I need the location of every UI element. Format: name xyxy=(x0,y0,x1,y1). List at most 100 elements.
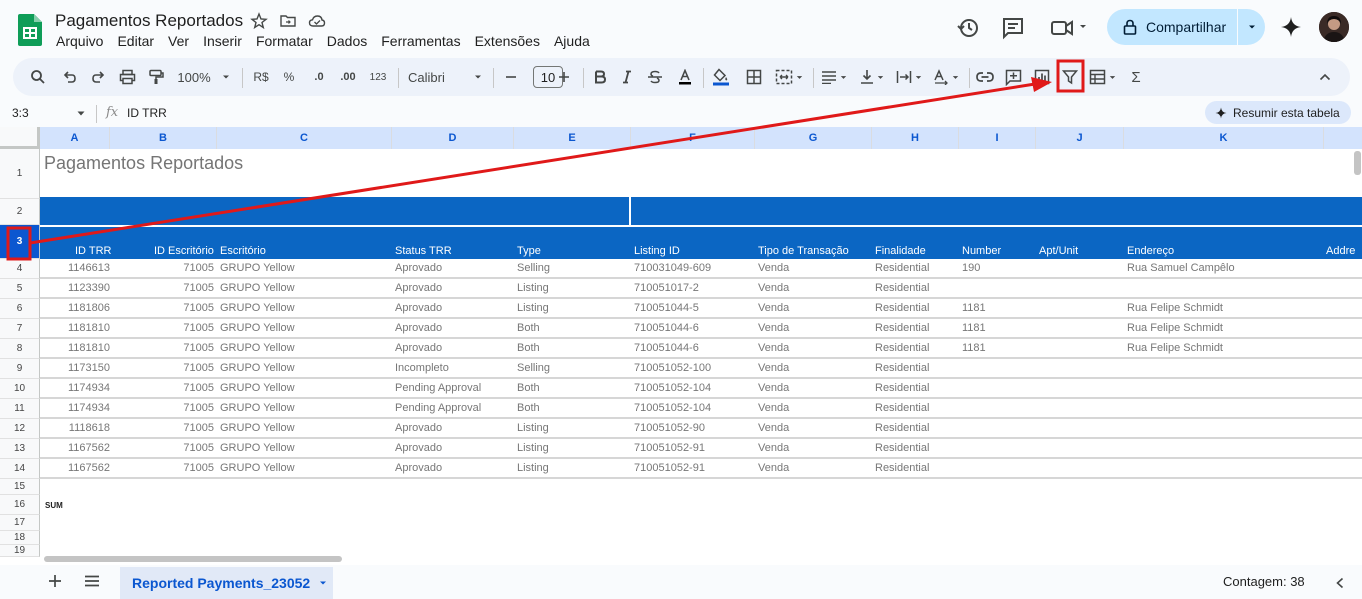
table-cell[interactable]: 71005 xyxy=(183,322,214,334)
chevron-left-icon[interactable] xyxy=(1335,577,1345,589)
table-cell[interactable]: 1181810 xyxy=(68,342,110,354)
meet-dropdown-icon[interactable] xyxy=(1078,22,1088,32)
table-cell[interactable]: 1181 xyxy=(962,322,986,334)
table-cell[interactable]: 710051044-6 xyxy=(634,322,699,334)
column-header-d[interactable]: D xyxy=(392,127,514,149)
more-formats-button[interactable]: 123 xyxy=(366,58,390,96)
sheet-tab-reported-payments[interactable]: Reported Payments_23052 xyxy=(120,567,333,599)
table-cell[interactable]: Venda xyxy=(758,402,789,414)
menu-editar[interactable]: Editar xyxy=(117,33,154,49)
menu-ferramentas[interactable]: Ferramentas xyxy=(381,33,460,49)
header-cell[interactable]: Finalidade xyxy=(875,245,926,257)
table-cell[interactable]: Incompleto xyxy=(395,362,449,374)
table-cell[interactable]: Venda xyxy=(758,382,789,394)
table-cell[interactable]: Residential xyxy=(875,402,929,414)
star-icon[interactable] xyxy=(250,12,268,30)
table-cell[interactable]: 710051052-100 xyxy=(634,362,711,374)
meet-video-icon[interactable] xyxy=(1050,16,1074,40)
table-cell[interactable]: Residential xyxy=(875,442,929,454)
table-cell[interactable]: 1167562 xyxy=(68,462,110,474)
table-cell[interactable]: GRUPO Yellow xyxy=(220,262,295,274)
chevron-down-icon[interactable] xyxy=(76,110,86,118)
print-button[interactable] xyxy=(116,58,138,96)
formula-input[interactable]: ID TRR xyxy=(127,106,167,120)
share-dropdown[interactable] xyxy=(1238,9,1265,45)
menu-inserir[interactable]: Inserir xyxy=(203,33,242,49)
table-cell[interactable]: 1181 xyxy=(962,342,986,354)
table-cell[interactable]: Venda xyxy=(758,322,789,334)
menu-ver[interactable]: Ver xyxy=(168,33,189,49)
table-cell[interactable]: 710051052-91 xyxy=(634,462,705,474)
table-cell[interactable]: 1167562 xyxy=(68,442,110,454)
hide-menus-button[interactable] xyxy=(1315,58,1335,96)
column-header-j[interactable]: J xyxy=(1036,127,1124,149)
text-rotation-button[interactable] xyxy=(930,58,962,96)
table-cell[interactable]: GRUPO Yellow xyxy=(220,322,295,334)
table-cell[interactable]: 71005 xyxy=(183,302,214,314)
bold-button[interactable] xyxy=(589,58,611,96)
table-cell[interactable]: 710031049-609 xyxy=(634,262,711,274)
table-cell[interactable]: 710051052-91 xyxy=(634,442,705,454)
table-cell[interactable]: Listing xyxy=(517,462,549,474)
table-cell[interactable]: 71005 xyxy=(183,342,214,354)
merge-cells-button[interactable] xyxy=(771,58,807,96)
table-cell[interactable]: Residential xyxy=(875,362,929,374)
table-cell[interactable]: Both xyxy=(517,402,540,414)
table-cell[interactable]: Pending Approval xyxy=(395,382,481,394)
header-band-row-2[interactable] xyxy=(40,197,1362,225)
history-icon[interactable] xyxy=(956,16,980,40)
row-header-5[interactable]: 5 xyxy=(0,279,40,299)
table-cell[interactable]: 710051044-5 xyxy=(634,302,699,314)
row-header-13[interactable]: 13 xyxy=(0,439,40,459)
table-cell[interactable]: 1181 xyxy=(962,302,986,314)
table-cell[interactable]: 1174934 xyxy=(68,382,110,394)
row-header-7[interactable]: 7 xyxy=(0,319,40,339)
table-cell[interactable]: 1123390 xyxy=(68,282,110,294)
header-cell[interactable]: Escritório xyxy=(220,245,266,257)
menu-formatar[interactable]: Formatar xyxy=(256,33,313,49)
all-sheets-menu-icon[interactable] xyxy=(84,575,100,587)
move-folder-icon[interactable] xyxy=(279,12,297,30)
header-cell[interactable]: Listing ID xyxy=(634,245,680,257)
table-cell[interactable]: Residential xyxy=(875,262,929,274)
table-cell[interactable]: 1118618 xyxy=(69,422,110,434)
header-cell[interactable]: Status TRR xyxy=(395,245,452,257)
avatar[interactable] xyxy=(1319,12,1349,42)
table-cell[interactable]: Aprovado xyxy=(395,462,442,474)
table-cell[interactable]: 71005 xyxy=(183,422,214,434)
table-cell[interactable]: Listing xyxy=(517,442,549,454)
table-cell[interactable]: 710051052-104 xyxy=(634,402,711,414)
text-wrapping-button[interactable] xyxy=(893,58,925,96)
table-cell[interactable]: 190 xyxy=(962,262,980,274)
vertical-align-button[interactable] xyxy=(856,58,888,96)
borders-button[interactable] xyxy=(743,58,765,96)
table-cell[interactable]: 71005 xyxy=(183,362,214,374)
row-header-4[interactable]: 4 xyxy=(0,259,40,279)
table-cell[interactable]: Pending Approval xyxy=(395,402,481,414)
table-cell[interactable]: Venda xyxy=(758,302,789,314)
table-cell[interactable]: Both xyxy=(517,382,540,394)
table-cell[interactable]: 71005 xyxy=(183,262,214,274)
menu-extensoes[interactable]: Extensões xyxy=(475,33,540,49)
add-sheet-icon[interactable] xyxy=(47,573,63,589)
table-cell[interactable]: Venda xyxy=(758,262,789,274)
sheet-title-cell[interactable]: Pagamentos Reportados xyxy=(44,153,243,174)
table-cell[interactable]: 1174934 xyxy=(68,402,110,414)
header-cell[interactable]: ID Escritório xyxy=(154,245,214,257)
header-cell[interactable]: Endereço xyxy=(1127,245,1174,257)
summarize-table-button[interactable]: Resumir esta tabela xyxy=(1205,101,1351,124)
table-cell[interactable]: 71005 xyxy=(183,382,214,394)
table-cell[interactable]: Aprovado xyxy=(395,282,442,294)
table-cell[interactable]: Venda xyxy=(758,282,789,294)
header-cell[interactable]: Addre xyxy=(1326,245,1355,257)
table-cell[interactable]: Selling xyxy=(517,362,550,374)
table-cell[interactable]: Residential xyxy=(875,462,929,474)
table-cell[interactable]: 1146613 xyxy=(68,262,110,274)
row-header-12[interactable]: 12 xyxy=(0,419,40,439)
header-cell[interactable]: Tipo de Transação xyxy=(758,245,849,257)
column-header-i[interactable]: I xyxy=(959,127,1036,149)
comments-icon[interactable] xyxy=(1001,16,1025,40)
table-cell[interactable]: Both xyxy=(517,322,540,334)
create-filter-button[interactable] xyxy=(1059,58,1081,96)
sum-label-cell[interactable]: SUM xyxy=(45,501,63,510)
